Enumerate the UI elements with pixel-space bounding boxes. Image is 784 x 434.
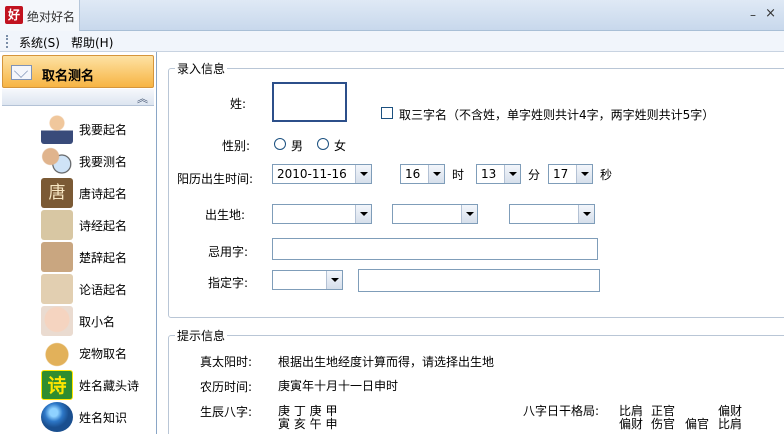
- title-bar: 好 绝对好名 – ×: [0, 0, 784, 31]
- menu-grip-icon: [6, 35, 9, 48]
- gender-male-label: 男: [291, 139, 304, 153]
- close-icon[interactable]: ×: [765, 6, 776, 21]
- specified-position-select[interactable]: [272, 270, 343, 290]
- globe-icon: [41, 402, 73, 432]
- sidebar-item-cangtoushi[interactable]: 诗 姓名藏头诗: [0, 368, 155, 400]
- specified-label: 指定字:: [208, 276, 249, 290]
- chevron-down-icon[interactable]: [504, 165, 520, 183]
- tang-icon: 唐: [41, 178, 73, 208]
- lunyu-icon: [41, 274, 73, 304]
- input-group-title: 录入信息: [175, 60, 228, 77]
- sidebar-item-label: 楚辞起名: [79, 251, 128, 265]
- gender-male-radio[interactable]: [274, 138, 286, 150]
- sidebar-collapse-bar[interactable]: ︽: [2, 89, 154, 106]
- chuci-icon: [41, 242, 73, 272]
- sidebar-item-label: 姓名藏头诗: [79, 379, 140, 393]
- sidebar-item-label: 姓名知识: [79, 411, 128, 425]
- surname-input[interactable]: [272, 82, 347, 122]
- minute-select[interactable]: 13: [476, 164, 521, 184]
- hint-group-title: 提示信息: [175, 327, 228, 344]
- sidebar-item-label: 取小名: [79, 315, 116, 329]
- chevron-down-icon[interactable]: [461, 205, 477, 223]
- bazi-branches: 寅 亥 午 申: [278, 417, 338, 431]
- chevron-down-icon[interactable]: [355, 205, 371, 223]
- chevron-down-icon[interactable]: [326, 271, 342, 289]
- pattern-bottom-3: 偏官: [685, 417, 710, 431]
- hour-unit: 时: [452, 168, 465, 182]
- sidebar-item-label: 唐诗起名: [79, 187, 128, 201]
- chevron-up-icon[interactable]: ︽: [137, 90, 148, 106]
- lunar-time-value: 庚寅年十月十一日申时: [278, 379, 399, 393]
- birth-date-picker[interactable]: 2010-11-16: [272, 164, 372, 184]
- chevron-down-icon[interactable]: [578, 205, 594, 223]
- taboo-input[interactable]: [272, 238, 598, 260]
- baby-icon: [41, 306, 73, 336]
- solar-time-label: 真太阳时:: [200, 355, 253, 369]
- taboo-label: 忌用字:: [208, 245, 249, 259]
- hour-value: 16: [405, 167, 421, 181]
- surname-label: 姓:: [230, 97, 247, 111]
- sidebar-item-qiming[interactable]: 我要起名: [0, 112, 155, 144]
- chevron-down-icon[interactable]: [576, 165, 592, 183]
- sidebar-item-chongwu[interactable]: 宠物取名: [0, 336, 155, 368]
- gender-female-radio[interactable]: [317, 138, 329, 150]
- sidebar-item-zhishi[interactable]: 姓名知识: [0, 400, 155, 432]
- window-title: 绝对好名: [27, 10, 76, 24]
- second-select[interactable]: 17: [548, 164, 593, 184]
- gender-label: 性别:: [222, 139, 251, 153]
- birth-date-value: 2010-11-16: [277, 167, 347, 181]
- sidebar-header-label: 取名测名: [42, 69, 95, 84]
- window-tab[interactable]: 好 绝对好名: [0, 0, 80, 31]
- birthplace-province-select[interactable]: [272, 204, 372, 224]
- sidebar-item-shijing[interactable]: 诗经起名: [0, 208, 155, 240]
- sidebar-item-xiaoming[interactable]: 取小名: [0, 304, 155, 336]
- sidebar-item-tangshi[interactable]: 唐 唐诗起名: [0, 176, 155, 208]
- day-stem-pattern-label: 八字日干格局:: [523, 404, 600, 418]
- sidebar-item-label: 我要测名: [79, 155, 128, 169]
- bazi-label: 生辰八字:: [200, 405, 253, 419]
- pattern-bottom-2: 伤官: [651, 417, 676, 431]
- magnifier-person-icon: [41, 146, 73, 176]
- solar-time-value: 根据出生地经度计算而得，请选择出生地: [278, 355, 495, 369]
- chevron-down-icon[interactable]: [428, 165, 444, 183]
- sidebar-item-label: 论语起名: [79, 283, 128, 297]
- menu-system[interactable]: 系统(S): [19, 34, 60, 51]
- birthplace-label: 出生地:: [205, 208, 246, 222]
- minute-unit: 分: [528, 168, 541, 182]
- birthplace-county-select[interactable]: [509, 204, 595, 224]
- sidebar-header[interactable]: 取名测名: [2, 55, 154, 88]
- poem-icon: 诗: [41, 370, 73, 400]
- sidebar-item-lunyu[interactable]: 论语起名: [0, 272, 155, 304]
- gender-female-label: 女: [334, 139, 347, 153]
- second-unit: 秒: [600, 168, 613, 182]
- menu-help[interactable]: 帮助(H): [71, 34, 113, 51]
- three-char-checkbox[interactable]: [381, 107, 393, 119]
- minimize-icon[interactable]: –: [750, 8, 756, 22]
- specified-input[interactable]: [358, 269, 600, 292]
- minute-value: 13: [481, 167, 497, 181]
- birth-time-label: 阳历出生时间:: [177, 172, 254, 186]
- pattern-bottom-1: 偏财: [619, 417, 644, 431]
- chevron-down-icon[interactable]: [355, 165, 371, 183]
- three-char-label: 取三字名（不含姓，单字姓则共计4字，两字姓则共计5字）: [399, 108, 715, 122]
- sidebar: 取名测名 ︽ 我要起名 我要测名 唐 唐诗起名 诗经起名 楚辞起名 论语起名 取…: [0, 52, 157, 434]
- shijing-icon: [41, 210, 73, 240]
- sidebar-item-label: 我要起名: [79, 123, 128, 137]
- birthplace-city-select[interactable]: [392, 204, 478, 224]
- lunar-time-label: 农历时间:: [200, 380, 253, 394]
- hour-select[interactable]: 16: [400, 164, 445, 184]
- envelope-icon: [11, 65, 32, 80]
- pattern-bottom-4: 比肩: [718, 417, 743, 431]
- sidebar-item-chuci[interactable]: 楚辞起名: [0, 240, 155, 272]
- dog-icon: [41, 338, 73, 368]
- second-value: 17: [553, 167, 569, 181]
- menu-bar: 系统(S) 帮助(H): [0, 31, 784, 52]
- sidebar-item-label: 诗经起名: [79, 219, 128, 233]
- app-logo-icon: 好: [5, 6, 23, 24]
- sidebar-item-ceming[interactable]: 我要测名: [0, 144, 155, 176]
- person-icon: [41, 114, 73, 144]
- sidebar-item-label: 宠物取名: [79, 347, 128, 361]
